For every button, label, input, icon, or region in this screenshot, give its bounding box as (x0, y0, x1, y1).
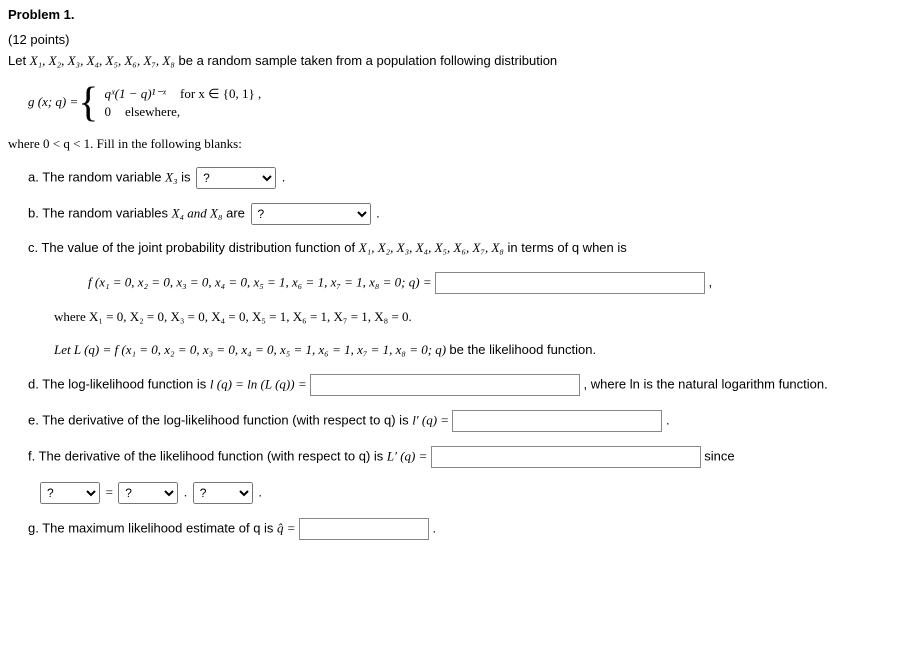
intro-suffix: be a random sample taken from a populati… (179, 53, 558, 68)
d-prefix: d. The log-likelihood function is (28, 376, 210, 391)
part-g: g. The maximum likelihood estimate of q … (28, 518, 894, 540)
f-period: . (258, 484, 262, 499)
b-after: are (226, 206, 245, 221)
part-e: e. The derivative of the log-likelihood … (28, 410, 894, 432)
f-dot: . (184, 484, 187, 499)
sample-vars: X₁, X₂, X₃, X₄, X₅, X₆, X₇, X₈ (30, 53, 175, 68)
d-expr: l (q) = ln (L (q)) = (210, 376, 310, 391)
b-vars: X₄ and X₈ (172, 206, 223, 221)
a-after: is (181, 170, 190, 185)
part-d: d. The log-likelihood function is l (q) … (28, 374, 894, 396)
where-q-line: where 0 < q < 1. Fill in the following b… (8, 135, 894, 154)
f-expr: L′ (q) = (387, 448, 431, 463)
c-f-comma: , (709, 275, 713, 290)
f-select-2[interactable]: ? (118, 482, 178, 504)
d-suffix: , where ln is the natural logarithm func… (584, 376, 828, 391)
f-since: since (704, 448, 734, 463)
c-let-pre: Let L (q) = f (x₁ = 0, x₂ = 0, x₃ = 0, x… (54, 342, 449, 357)
b-select[interactable]: ? (251, 203, 371, 225)
e-input[interactable] (452, 410, 662, 432)
c-after: in terms of q when is (508, 240, 627, 255)
f-eq: = (106, 484, 117, 499)
part-a: a. The random variable X₃ is ? . (28, 167, 894, 189)
pmf-case2-expr: 0 (104, 103, 111, 121)
part-f: f. The derivative of the likelihood func… (28, 446, 894, 504)
c-where-text: where X₁ = 0, X₂ = 0, X₃ = 0, X₄ = 0, X₅… (54, 309, 412, 324)
c-f-line: f (x₁ = 0, x₂ = 0, x₃ = 0, x₄ = 0, x₅ = … (88, 272, 894, 294)
b-period: . (376, 206, 380, 221)
problem-title: Problem 1. (8, 6, 894, 25)
where-q-text: where 0 < q < 1. Fill in the following b… (8, 136, 242, 151)
brace-icon: { (78, 85, 98, 121)
c-label: c. The value of the joint probability di… (28, 240, 359, 255)
g-expr: q̂ = (277, 520, 299, 535)
points-label: (12 points) (8, 31, 894, 50)
f-input[interactable] (431, 446, 701, 468)
g-prefix: g. The maximum likelihood estimate of q … (28, 520, 277, 535)
intro-prefix: Let (8, 53, 30, 68)
f-prefix: f. The derivative of the likelihood func… (28, 448, 387, 463)
a-label: a. The random variable (28, 170, 165, 185)
pmf-case2-cond: elsewhere, (125, 103, 180, 121)
c-where-line: where X₁ = 0, X₂ = 0, X₃ = 0, X₄ = 0, X₅… (54, 308, 894, 327)
c-f-input[interactable] (435, 272, 705, 294)
pmf-definition: g (x; q) = { qˣ(1 − q)¹⁻ˣ for x ∈ {0, 1}… (28, 85, 261, 121)
f-select-3[interactable]: ? (193, 482, 253, 504)
intro-line: Let X₁, X₂, X₃, X₄, X₅, X₆, X₇, X₈ be a … (8, 52, 894, 71)
f-select-1[interactable]: ? (40, 482, 100, 504)
pmf-case1-expr: qˣ(1 − q)¹⁻ˣ (104, 85, 166, 103)
e-expr: l′ (q) = (412, 412, 452, 427)
pmf-lhs: g (x; q) = (28, 93, 78, 112)
a-var: X₃ (165, 170, 177, 185)
c-let-line: Let L (q) = f (x₁ = 0, x₂ = 0, x₃ = 0, x… (54, 341, 894, 360)
pmf-case1-cond: for x ∈ {0, 1} , (180, 85, 261, 103)
a-period: . (282, 170, 286, 185)
a-select[interactable]: ? (196, 167, 276, 189)
part-b: b. The random variables X₄ and X₈ are ? … (28, 203, 894, 225)
c-let-post: be the likelihood function. (449, 342, 596, 357)
part-c: c. The value of the joint probability di… (28, 239, 894, 360)
g-suffix: . (432, 520, 436, 535)
d-input[interactable] (310, 374, 580, 396)
f-since-equation: ? = ? . ? . (38, 482, 894, 504)
e-prefix: e. The derivative of the log-likelihood … (28, 412, 412, 427)
b-label: b. The random variables (28, 206, 172, 221)
g-input[interactable] (299, 518, 429, 540)
c-vars: X₁, X₂, X₃, X₄, X₅, X₆, X₇, X₈ (359, 240, 504, 255)
e-suffix: . (666, 412, 670, 427)
c-f-expr: f (x₁ = 0, x₂ = 0, x₃ = 0, x₄ = 0, x₅ = … (88, 275, 435, 290)
